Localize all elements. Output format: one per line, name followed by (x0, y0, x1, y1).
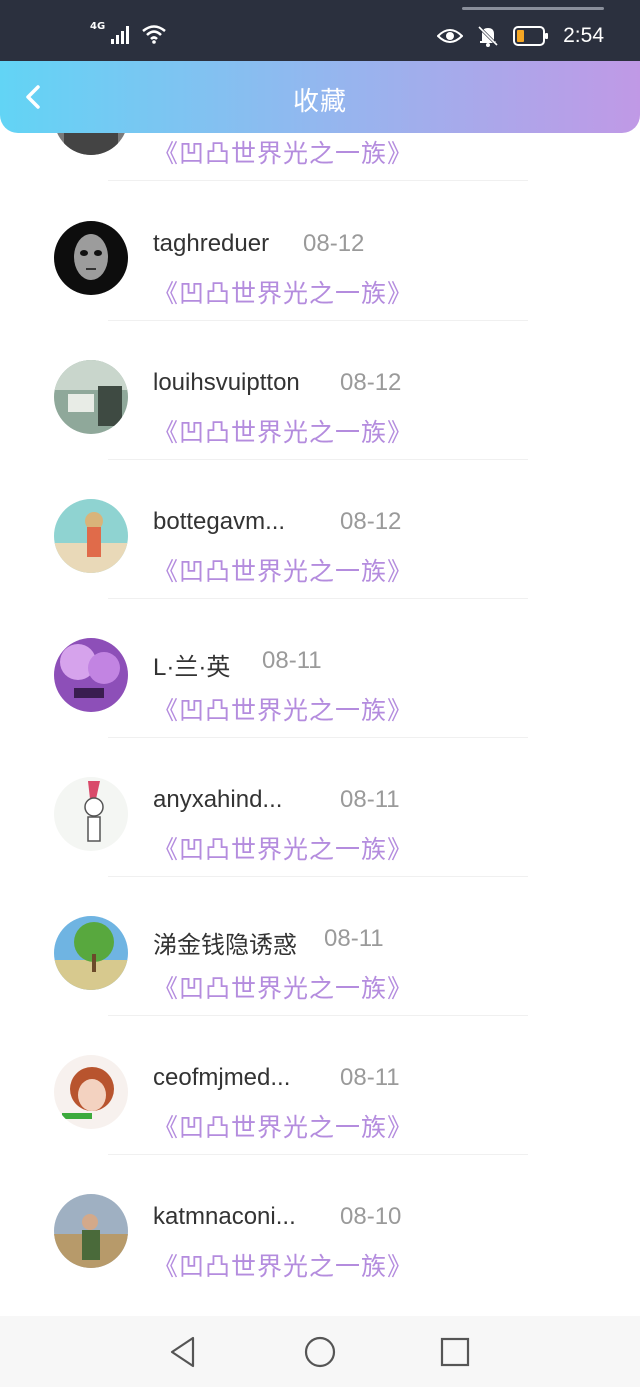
nav-back-button[interactable] (166, 1334, 202, 1370)
list-item[interactable]: L·兰·英 08-11 《凹凸世界光之一族》 (0, 599, 640, 738)
page-title: 收藏 (292, 87, 347, 117)
status-left: 4G (90, 22, 167, 44)
book-title[interactable]: 《凹凸世界光之一族》 (153, 413, 413, 449)
user-name: 涕金钱隐诱惑 (153, 932, 297, 959)
favorites-list[interactable]: 《凹凸世界光之一族》 taghreduer 08-12 《凹凸世界光之一族》 l… (0, 133, 640, 1316)
signal-icon (111, 26, 130, 44)
avatar (54, 916, 128, 990)
user-name: louihsvuiptton (153, 369, 300, 396)
list-item[interactable]: 涕金钱隐诱惑 08-11 《凹凸世界光之一族》 (0, 877, 640, 1016)
book-title[interactable]: 《凹凸世界光之一族》 (153, 1108, 413, 1144)
user-name: katmnaconi... (153, 1203, 296, 1230)
date: 08-10 (340, 1203, 402, 1230)
recents-square-icon (440, 1337, 470, 1367)
avatar (54, 1055, 128, 1129)
list-item[interactable]: bottegavm... 08-12 《凹凸世界光之一族》 (0, 460, 640, 599)
user-name: L·兰·英 (153, 654, 231, 681)
avatar (54, 221, 128, 295)
date: 08-12 (303, 230, 365, 257)
list-item[interactable]: ceofmjmed... 08-11 《凹凸世界光之一族》 (0, 1016, 640, 1155)
back-triangle-icon (170, 1336, 195, 1368)
user-name: anyxahind... (153, 786, 283, 813)
book-title[interactable]: 《凹凸世界光之一族》 (153, 830, 413, 866)
nav-recents-button[interactable] (437, 1334, 473, 1370)
book-title[interactable]: 《凹凸世界光之一族》 (153, 274, 413, 310)
book-title[interactable]: 《凹凸世界光之一族》 (153, 134, 413, 170)
list-item[interactable]: katmnaconi... 08-10 《凹凸世界光之一族》 (0, 1155, 640, 1294)
wifi-icon (142, 25, 166, 44)
header: 收藏 (0, 61, 640, 133)
date: 08-11 (324, 925, 384, 952)
user-name: ceofmjmed... (153, 1064, 291, 1091)
top-indicator (462, 7, 604, 10)
avatar (54, 133, 128, 155)
nav-home-button[interactable] (302, 1334, 338, 1370)
clock: 2:54 (563, 24, 604, 47)
user-name: taghreduer (153, 230, 270, 257)
list-item[interactable]: taghreduer 08-12 《凹凸世界光之一族》 (0, 182, 640, 321)
date: 08-11 (340, 1064, 400, 1091)
avatar (54, 360, 128, 434)
list-item[interactable]: anyxahind... 08-11 《凹凸世界光之一族》 (0, 738, 640, 877)
network-type: 4G (90, 21, 106, 32)
user-name: bottegavm... (153, 508, 286, 535)
avatar (54, 499, 128, 573)
date: 08-11 (262, 647, 322, 674)
list-item[interactable]: 《凹凸世界光之一族》 (0, 133, 640, 181)
avatar (54, 777, 128, 851)
home-circle-icon (304, 1336, 336, 1368)
battery-icon (513, 26, 549, 46)
book-title[interactable]: 《凹凸世界光之一族》 (153, 691, 413, 727)
book-title[interactable]: 《凹凸世界光之一族》 (153, 552, 413, 588)
date: 08-12 (340, 369, 402, 396)
avatar (54, 638, 128, 712)
status-right: 2:54 (437, 24, 604, 48)
date: 08-11 (340, 786, 400, 813)
eye-icon (437, 29, 464, 43)
avatar (54, 1194, 128, 1268)
status-bar: 4G 2:54 (0, 0, 640, 62)
book-title[interactable]: 《凹凸世界光之一族》 (153, 969, 413, 1005)
book-title[interactable]: 《凹凸世界光之一族》 (153, 1247, 413, 1283)
divider (108, 180, 528, 181)
bell-off-icon (478, 25, 499, 47)
list-item[interactable]: louihsvuiptton 08-12 《凹凸世界光之一族》 (0, 321, 640, 460)
navigation-bar (0, 1316, 640, 1387)
date: 08-12 (340, 508, 402, 535)
